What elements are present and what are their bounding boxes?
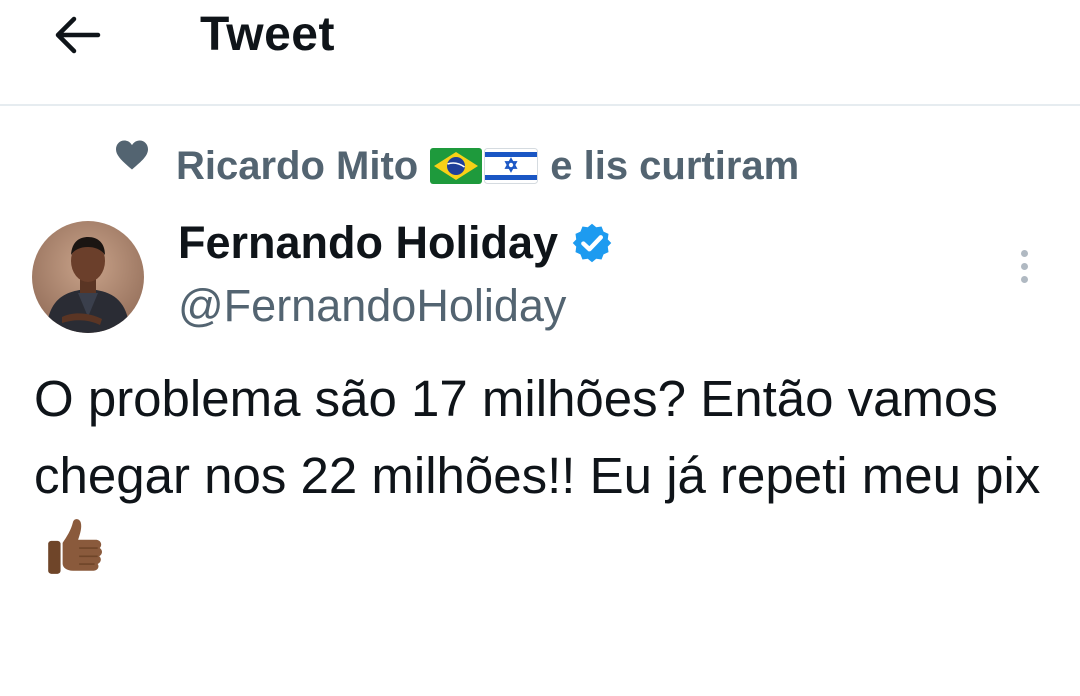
author-photo: [32, 221, 144, 333]
more-dot-icon: [1020, 262, 1028, 270]
thumbs-up-icon: [48, 519, 103, 574]
more-dot-icon: [1020, 275, 1028, 283]
verified-badge-icon: [572, 223, 612, 263]
display-name-text: Fernando Holiday: [178, 217, 559, 268]
liker-name[interactable]: Ricardo Mito: [176, 144, 418, 189]
flag-israel-icon: [484, 148, 539, 184]
author-display-name[interactable]: Fernando Holiday: [178, 214, 614, 272]
tweet-text: O problema são 17 milhões? Então vamos c…: [34, 370, 1041, 504]
arrow-left-icon: [55, 16, 101, 54]
back-button[interactable]: [46, 8, 108, 62]
flag-brazil-icon: [430, 148, 483, 184]
top-bar: Tweet: [0, 0, 1080, 106]
social-context-suffix: e lis curtiram: [550, 143, 800, 188]
page-title: Tweet: [200, 8, 335, 61]
author-handle[interactable]: @FernandoHoliday: [178, 278, 566, 334]
tweet-body: O problema são 17 milhões? Então vamos c…: [34, 360, 1044, 593]
social-context[interactable]: Ricardo Mito e lis curtiram: [114, 140, 799, 192]
more-options-button[interactable]: [1004, 244, 1044, 288]
avatar[interactable]: [32, 221, 144, 333]
more-dot-icon: [1020, 249, 1028, 257]
heart-icon: [116, 140, 148, 170]
